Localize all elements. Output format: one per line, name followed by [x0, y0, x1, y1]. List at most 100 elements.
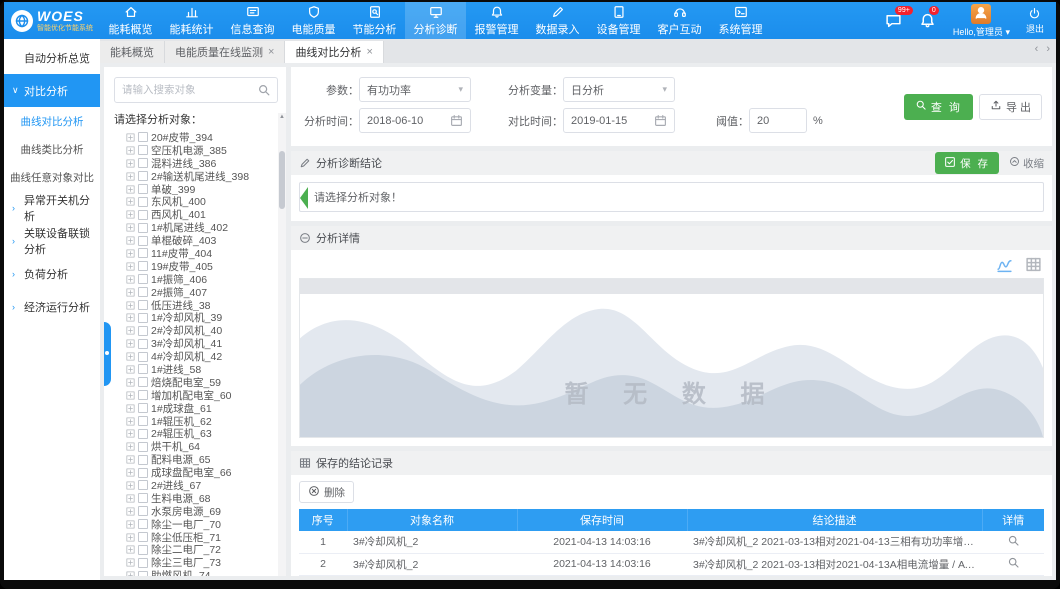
tree-node[interactable]: 1#辊压机_62	[114, 415, 278, 428]
tree-checkbox[interactable]	[138, 287, 148, 297]
expand-plus-icon[interactable]	[126, 172, 135, 181]
tree-checkbox[interactable]	[138, 390, 148, 400]
tree-node[interactable]: 1#机尾进线_402	[114, 221, 278, 234]
expand-plus-icon[interactable]	[126, 326, 135, 335]
table-view-icon[interactable]	[1025, 256, 1042, 273]
tree-node[interactable]: 焙烧配电室_59	[114, 376, 278, 389]
expand-plus-icon[interactable]	[126, 339, 135, 348]
tree-node[interactable]: 助燃风机_74	[114, 569, 278, 576]
tree-node[interactable]: 除尘低压柜_71	[114, 531, 278, 544]
nav-item-alarm-bell[interactable]: 报警管理	[466, 2, 527, 39]
tab-item[interactable]: 能耗概览	[100, 41, 165, 63]
nav-item-device[interactable]: 设备管理	[588, 2, 649, 39]
export-button[interactable]: 导 出	[979, 94, 1042, 120]
save-button[interactable]: 保 存	[935, 152, 999, 174]
tree-checkbox[interactable]	[138, 274, 148, 284]
tree-checkbox[interactable]	[138, 545, 148, 555]
expand-plus-icon[interactable]	[126, 275, 135, 284]
tree-checkbox[interactable]	[138, 377, 148, 387]
tree-checkbox[interactable]	[138, 403, 148, 413]
conclusion-textbox[interactable]: 请选择分析对象！	[299, 182, 1044, 212]
expand-plus-icon[interactable]	[126, 146, 135, 155]
tree-node[interactable]: 混料进线_386	[114, 157, 278, 170]
tree-checkbox[interactable]	[138, 248, 148, 258]
compare-date-input[interactable]: 2019-01-15	[563, 108, 675, 133]
scroll-up-icon[interactable]: ▲	[279, 114, 285, 120]
expand-plus-icon[interactable]	[126, 494, 135, 503]
sidebar-subitem[interactable]: 曲线对比分析	[4, 107, 100, 135]
expand-plus-icon[interactable]	[126, 545, 135, 554]
tree-node[interactable]: 2#冷却风机_40	[114, 324, 278, 337]
delete-button[interactable]: 删除	[299, 481, 354, 503]
expand-plus-icon[interactable]	[126, 468, 135, 477]
tree-node[interactable]: 20#皮带_394	[114, 131, 278, 144]
tree-checkbox[interactable]	[138, 480, 148, 490]
expand-plus-icon[interactable]	[126, 133, 135, 142]
nav-item-headset[interactable]: 客户互动	[649, 2, 710, 39]
tab-close-icon[interactable]: ×	[268, 46, 274, 58]
expand-plus-icon[interactable]	[126, 429, 135, 438]
detail-magnifier-icon[interactable]	[1007, 556, 1020, 569]
tree-checkbox[interactable]	[138, 519, 148, 529]
tree-node[interactable]: 烘干机_64	[114, 440, 278, 453]
tree-node[interactable]: 2#振筛_407	[114, 286, 278, 299]
nav-item-bar-chart[interactable]: 能耗统计	[161, 2, 222, 39]
tab-close-icon[interactable]: ×	[366, 46, 372, 58]
expand-plus-icon[interactable]	[126, 185, 135, 194]
expand-plus-icon[interactable]	[126, 520, 135, 529]
tree-node[interactable]: 19#皮带_405	[114, 260, 278, 273]
tree-node[interactable]: 11#皮带_404	[114, 247, 278, 260]
threshold-input[interactable]: 20	[749, 108, 807, 133]
expand-plus-icon[interactable]	[126, 352, 135, 361]
table-row[interactable]: 23#冷却风机_22021-04-13 14:03:163#冷却风机_2 202…	[299, 553, 1044, 575]
expand-plus-icon[interactable]	[126, 391, 135, 400]
tree-checkbox[interactable]	[138, 493, 148, 503]
tree-node[interactable]: 增加机配电室_60	[114, 389, 278, 402]
expand-plus-icon[interactable]	[126, 417, 135, 426]
line-chart-view-icon[interactable]	[996, 256, 1013, 273]
tab-item[interactable]: 电能质量在线监测×	[165, 41, 285, 63]
tree-checkbox[interactable]	[138, 313, 148, 323]
tree-node[interactable]: 除尘三电厂_73	[114, 556, 278, 569]
tree-node[interactable]: 西风机_401	[114, 208, 278, 221]
tree-checkbox[interactable]	[138, 339, 148, 349]
tree-node[interactable]: 单棍破碎_403	[114, 234, 278, 247]
tree-node[interactable]: 4#冷却风机_42	[114, 350, 278, 363]
expand-plus-icon[interactable]	[126, 236, 135, 245]
expand-plus-icon[interactable]	[126, 249, 135, 258]
tree-checkbox[interactable]	[138, 184, 148, 194]
sidebar-item[interactable]: ›经济运行分析	[4, 290, 100, 323]
tree-node[interactable]: 配料电源_65	[114, 453, 278, 466]
tree-node[interactable]: 2#进线_67	[114, 479, 278, 492]
expand-plus-icon[interactable]	[126, 558, 135, 567]
expand-plus-icon[interactable]	[126, 262, 135, 271]
tree-checkbox[interactable]	[138, 506, 148, 516]
tree-checkbox[interactable]	[138, 455, 148, 465]
search-icon[interactable]	[257, 83, 271, 97]
nav-item-message[interactable]: 信息查询	[222, 2, 283, 39]
expand-plus-icon[interactable]	[126, 455, 135, 464]
sidebar-item[interactable]: ›负荷分析	[4, 257, 100, 290]
expand-plus-icon[interactable]	[126, 365, 135, 374]
tree-checkbox[interactable]	[138, 532, 148, 542]
notifications-bell-icon[interactable]: 0	[919, 12, 937, 30]
nav-item-pencil[interactable]: 数据录入	[527, 2, 588, 39]
tree-checkbox[interactable]	[138, 429, 148, 439]
sidebar-item[interactable]: ∨对比分析	[4, 74, 100, 107]
messages-icon[interactable]: 99+	[885, 12, 903, 30]
nav-item-system[interactable]: 系统管理	[710, 2, 771, 39]
sidebar-subitem[interactable]: 曲线任意对象对比	[4, 163, 100, 191]
tree-checkbox[interactable]	[138, 158, 148, 168]
expand-plus-icon[interactable]	[126, 210, 135, 219]
expand-plus-icon[interactable]	[126, 313, 135, 322]
tree-checkbox[interactable]	[138, 352, 148, 362]
tree-checkbox[interactable]	[138, 145, 148, 155]
expand-plus-icon[interactable]	[126, 404, 135, 413]
query-button[interactable]: 查 询	[904, 94, 973, 120]
tab-active[interactable]: 曲线对比分析×	[285, 41, 383, 63]
sidebar-item[interactable]: 自动分析总览	[4, 41, 100, 74]
nav-item-monitor[interactable]: 分析诊断	[405, 2, 466, 39]
tree-node[interactable]: 2#输送机尾进线_398	[114, 170, 278, 183]
tree-node[interactable]: 3#冷却风机_41	[114, 337, 278, 350]
tree-node[interactable]: 东风机_400	[114, 195, 278, 208]
